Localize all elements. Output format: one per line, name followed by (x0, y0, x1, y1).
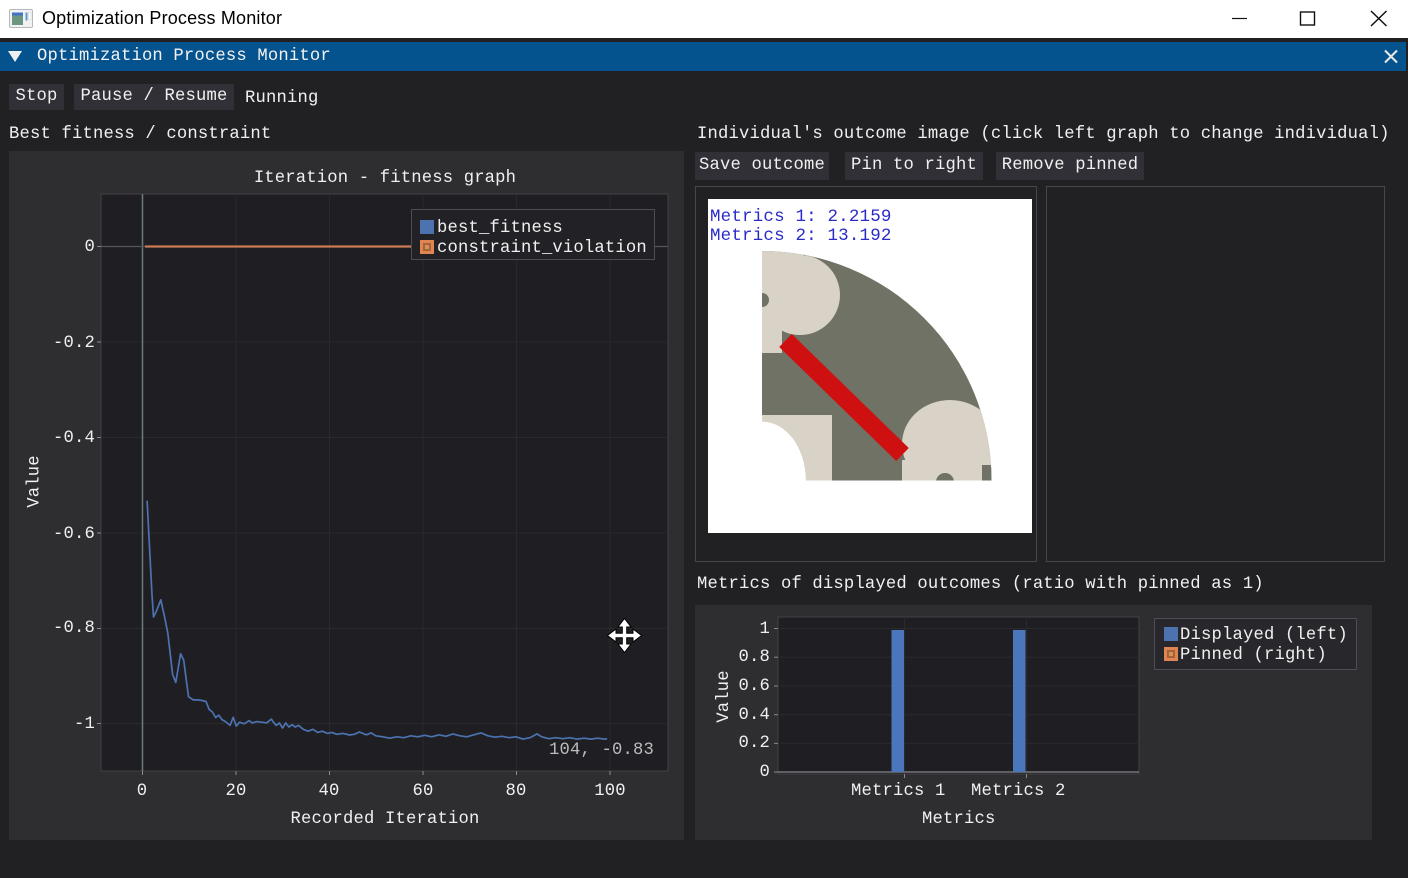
svg-text:Metrics 2: 13.192: Metrics 2: 13.192 (710, 226, 892, 246)
svg-text:Metrics 1: 2.2159: Metrics 1: 2.2159 (710, 207, 892, 227)
